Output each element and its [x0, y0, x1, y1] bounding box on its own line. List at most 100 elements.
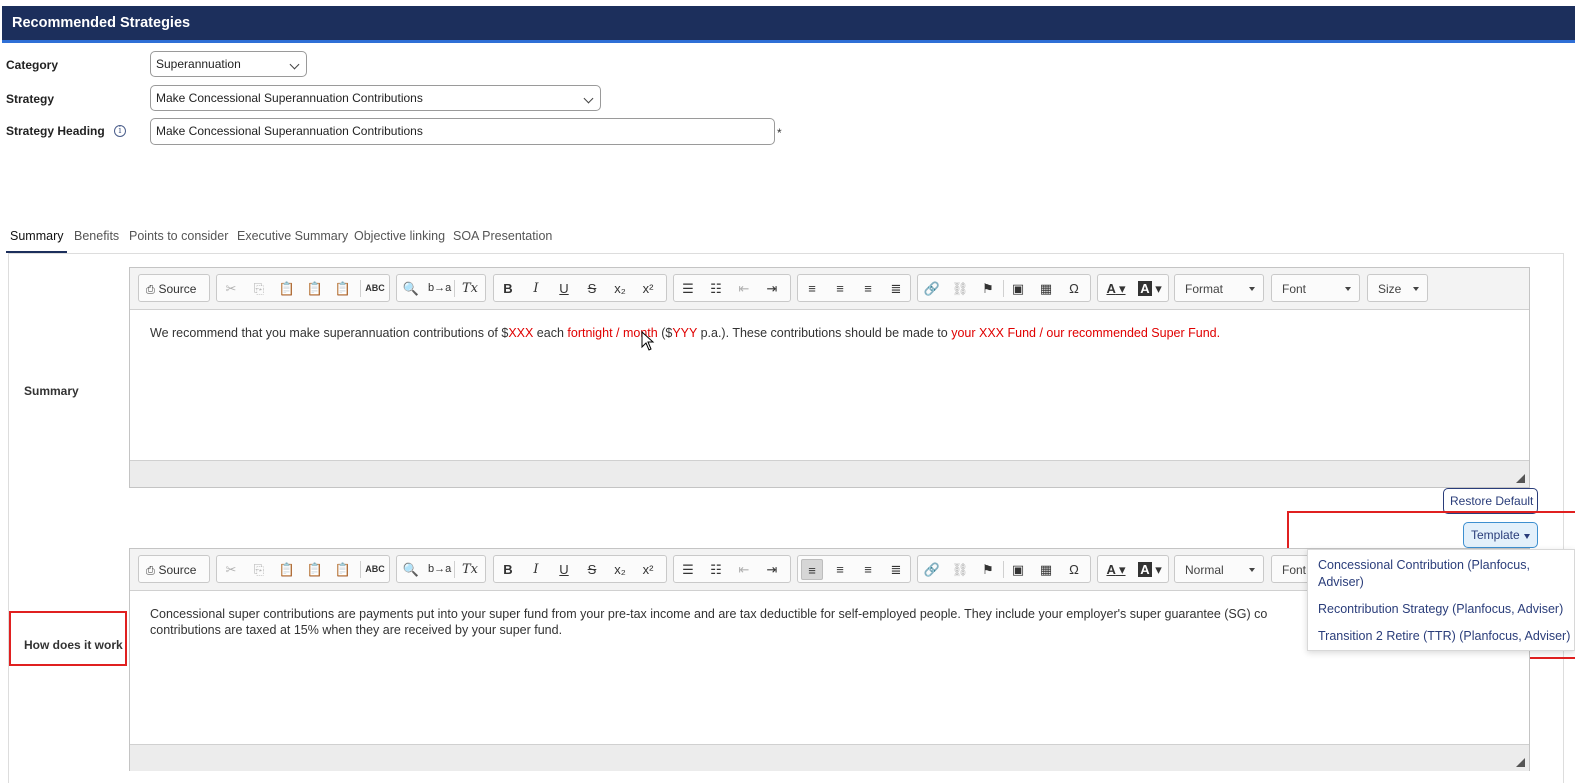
align-left-icon[interactable]: ≡: [801, 278, 823, 299]
resize-handle-icon[interactable]: [1516, 474, 1525, 483]
tab-executive-summary[interactable]: Executive Summary: [233, 229, 352, 253]
numbered-list-icon[interactable]: ☰: [677, 278, 699, 299]
superscript-icon[interactable]: x²: [637, 278, 659, 299]
underline-icon[interactable]: U: [553, 278, 575, 299]
cut-icon[interactable]: ✂: [220, 278, 242, 299]
find-icon[interactable]: 🔍: [400, 278, 422, 299]
replace-icon[interactable]: b→a: [428, 559, 451, 580]
source-icon: ⎙: [146, 565, 155, 577]
tab-soa-presentation[interactable]: SOA Presentation: [449, 229, 556, 253]
spellcheck-icon[interactable]: ABC: [364, 278, 386, 299]
subscript-icon[interactable]: x₂: [609, 559, 631, 580]
paste-word-icon[interactable]: 📋: [332, 559, 354, 580]
template-menu-item-label: Adviser): [1318, 575, 1364, 589]
tab-points-to-consider[interactable]: Points to consider: [125, 229, 232, 253]
strategy-heading-input[interactable]: Make Concessional Superannuation Contrib…: [150, 118, 775, 145]
anchor-flag-icon[interactable]: ⚑: [977, 278, 999, 299]
info-icon[interactable]: i: [114, 125, 126, 137]
clipboard-group: ✂ ⎘ 📋 📋 📋 ABC: [216, 555, 390, 583]
source-button[interactable]: ⎙ Source: [142, 278, 206, 299]
clear-format-icon[interactable]: Tx: [459, 559, 481, 580]
required-marker: *: [777, 126, 782, 140]
size-label: Size: [1378, 282, 1402, 296]
summary-editor-content[interactable]: We recommend that you make superannuatio…: [150, 325, 1520, 341]
special-char-icon[interactable]: Ω: [1063, 559, 1085, 580]
link-icon[interactable]: 🔗: [921, 559, 943, 580]
bulleted-list-icon[interactable]: ☷: [705, 278, 727, 299]
image-icon[interactable]: ▣: [1007, 278, 1029, 299]
numbered-list-icon[interactable]: ☰: [677, 559, 699, 580]
indent-icon[interactable]: ⇥: [761, 559, 783, 580]
paste-icon[interactable]: 📋: [276, 559, 298, 580]
align-center-icon[interactable]: ≡: [829, 559, 851, 580]
bold-icon[interactable]: B: [497, 559, 519, 580]
source-button[interactable]: ⎙ Source: [142, 559, 206, 580]
paste-text-icon[interactable]: 📋: [304, 278, 326, 299]
bold-icon[interactable]: B: [497, 278, 519, 299]
template-button[interactable]: Template: [1463, 522, 1538, 548]
text-color-icon[interactable]: A ▾: [1101, 559, 1131, 580]
unlink-icon[interactable]: ⛓: [949, 559, 971, 580]
strikethrough-icon[interactable]: S: [581, 278, 603, 299]
strikethrough-icon[interactable]: S: [581, 559, 603, 580]
subscript-icon[interactable]: x₂: [609, 278, 631, 299]
template-menu-item[interactable]: Concessional Contribution (Planfocus, Ad…: [1318, 557, 1530, 591]
how-text-line: Concessional super contributions are pay…: [150, 607, 1268, 621]
outdent-icon[interactable]: ⇤: [733, 278, 755, 299]
format-dropdown[interactable]: Format: [1174, 274, 1264, 302]
bulleted-list-icon[interactable]: ☷: [705, 559, 727, 580]
italic-icon[interactable]: I: [525, 278, 547, 299]
align-left-icon[interactable]: ≡: [801, 559, 823, 580]
align-right-icon[interactable]: ≡: [857, 559, 879, 580]
cut-icon[interactable]: ✂: [220, 559, 242, 580]
align-right-icon[interactable]: ≡: [857, 278, 879, 299]
anchor-flag-icon[interactable]: ⚑: [977, 559, 999, 580]
paste-word-icon[interactable]: 📋: [332, 278, 354, 299]
format-dropdown[interactable]: Normal: [1174, 555, 1264, 583]
source-group: ⎙ Source: [138, 274, 210, 302]
template-label: Template: [1471, 528, 1520, 542]
tab-objective-linking[interactable]: Objective linking: [350, 229, 449, 253]
chevron-down-icon: [583, 93, 594, 104]
strategy-heading-label: Strategy Heading: [6, 124, 105, 138]
table-icon[interactable]: ▦: [1035, 278, 1057, 299]
align-justify-icon[interactable]: ≣: [885, 278, 907, 299]
tab-summary[interactable]: Summary: [6, 229, 68, 253]
align-center-icon[interactable]: ≡: [829, 278, 851, 299]
bg-color-icon[interactable]: A ▾: [1135, 559, 1165, 580]
size-dropdown[interactable]: Size: [1367, 274, 1428, 302]
find-icon[interactable]: 🔍: [400, 559, 422, 580]
clear-format-icon[interactable]: Tx: [459, 278, 481, 299]
underline-icon[interactable]: U: [553, 559, 575, 580]
indent-icon[interactable]: ⇥: [761, 278, 783, 299]
source-label: Source: [158, 282, 197, 296]
special-char-icon[interactable]: Ω: [1063, 278, 1085, 299]
summary-section-label: Summary: [24, 384, 79, 398]
strategy-select[interactable]: Make Concessional Superannuation Contrib…: [150, 85, 601, 111]
copy-icon[interactable]: ⎘: [248, 559, 270, 580]
table-icon[interactable]: ▦: [1035, 559, 1057, 580]
text-color-icon[interactable]: A ▾: [1101, 278, 1131, 299]
paste-text-icon[interactable]: 📋: [304, 559, 326, 580]
summary-editor[interactable]: ⎙ Source ✂ ⎘ 📋 📋 📋 ABC 🔍 b→a Tx B I U S …: [129, 267, 1530, 488]
superscript-icon[interactable]: x²: [637, 559, 659, 580]
resize-handle-icon[interactable]: [1516, 758, 1525, 767]
paste-icon[interactable]: 📋: [276, 278, 298, 299]
font-dropdown[interactable]: Font: [1271, 274, 1360, 302]
bg-color-icon[interactable]: A ▾: [1135, 278, 1165, 299]
replace-icon[interactable]: b→a: [428, 278, 451, 299]
category-select[interactable]: Superannuation: [150, 51, 307, 77]
outdent-icon[interactable]: ⇤: [733, 559, 755, 580]
template-menu-item[interactable]: Transition 2 Retire (TTR) (Planfocus, Ad…: [1318, 628, 1570, 645]
font-label: Font: [1282, 282, 1307, 296]
italic-icon[interactable]: I: [525, 559, 547, 580]
bg-color-glyph: A: [1138, 281, 1152, 296]
copy-icon[interactable]: ⎘: [248, 278, 270, 299]
unlink-icon[interactable]: ⛓: [949, 278, 971, 299]
template-menu-item[interactable]: Recontribution Strategy (Planfocus, Advi…: [1318, 601, 1563, 618]
align-justify-icon[interactable]: ≣: [885, 559, 907, 580]
tab-benefits[interactable]: Benefits: [70, 229, 123, 253]
link-icon[interactable]: 🔗: [921, 278, 943, 299]
image-icon[interactable]: ▣: [1007, 559, 1029, 580]
spellcheck-icon[interactable]: ABC: [364, 559, 386, 580]
